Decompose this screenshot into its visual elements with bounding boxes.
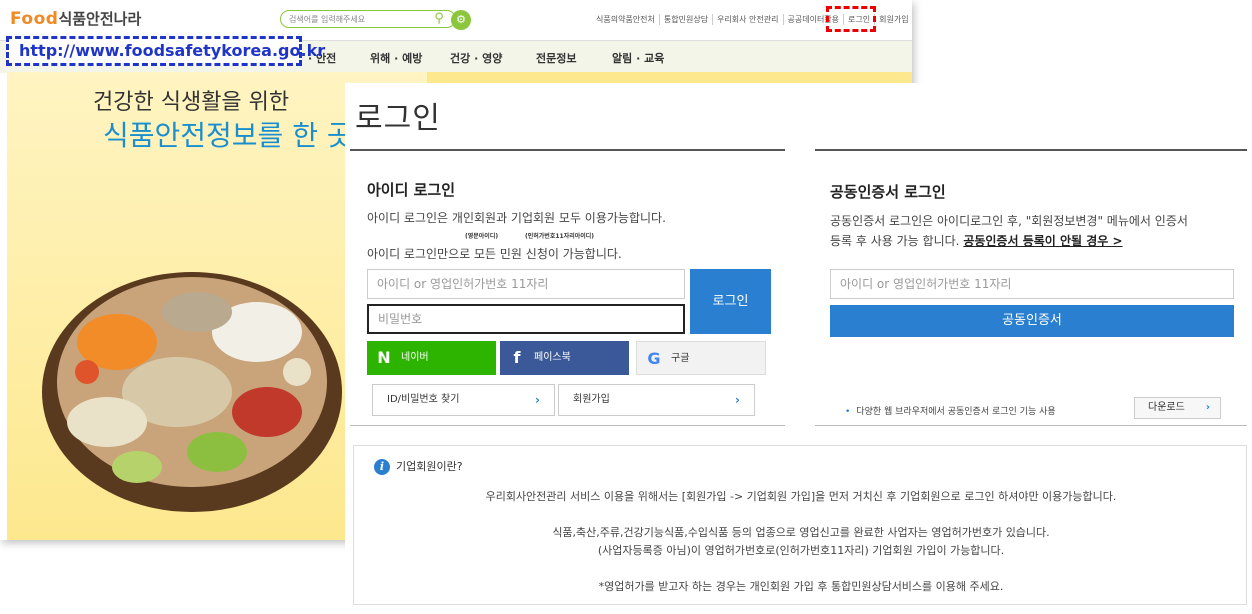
chevron-right-icon: ›	[1205, 402, 1210, 413]
cert-id-input[interactable]: 아이디 or 영업인허가번호 11자리	[830, 269, 1234, 299]
id-input[interactable]: 아이디 or 영업인허가번호 11자리	[367, 269, 685, 299]
url-highlight: http://www.foodsafetykorea.go.kr	[6, 36, 325, 66]
hero-headline-1: 건강한 식생활을 위한	[93, 90, 290, 115]
cert-browser-note-text: 다양한 웹 브라우저에서 공동인증서 로그인 기능 사용	[856, 407, 1056, 417]
login-button[interactable]: 로그인	[690, 269, 771, 334]
download-button[interactable]: 다운로드 ›	[1134, 397, 1221, 419]
cert-browser-note: • 다양한 웹 브라우저에서 공동인증서 로그인 기능 사용	[845, 404, 1056, 417]
chevron-right-icon: ›	[735, 393, 740, 407]
google-login-button[interactable]: G 구글	[636, 341, 766, 375]
cert-login-desc-2-text: 등록 후 사용 가능 합니다.	[830, 234, 960, 248]
naver-login-button[interactable]: N 네이버	[367, 341, 496, 375]
info-heading: i 기업회원이란?	[374, 458, 463, 475]
id-login-desc-1: 아이디 로그인은 개인회원과 기업회원 모두 이용가능합니다.	[367, 211, 666, 225]
bullet-icon: •	[845, 407, 851, 417]
search-icon[interactable]: ⚲	[428, 9, 450, 29]
join-button[interactable]: 회원가입 ›	[558, 384, 755, 416]
facebook-login-button[interactable]: f 페이스북	[500, 341, 629, 375]
info-line-4: *영업허가를 받고자 하는 경우는 개인회원 가입 후 통합민원상담서비스를 이…	[598, 580, 1004, 593]
corporate-member-info-box: i 기업회원이란? 우리회사안전관리 서비스 이용을 위해서는 [회원가입 -> …	[353, 445, 1247, 605]
nav-item-hazard[interactable]: 위해 · 예방	[370, 50, 422, 66]
utility-link-mfds[interactable]: 식품의약품안전처	[592, 14, 660, 25]
naver-label: 네이버	[401, 352, 429, 363]
info-line-2: 식품,축산,주류,건강기능식품,수입식품 등의 업종으로 영업신고를 완료한 사…	[552, 526, 1050, 539]
utility-link-company-safety[interactable]: 우리회사 안전관리	[713, 14, 784, 25]
cert-login-button[interactable]: 공동인증서	[830, 305, 1234, 337]
id-login-title: 아이디 로그인	[367, 181, 456, 199]
hero-headline-2: 식품안전정보를 한 곳에	[103, 119, 379, 152]
utility-link-join[interactable]: 회원가입	[875, 14, 912, 25]
settings-icon[interactable]: ⚙	[451, 10, 471, 30]
facebook-label: 페이스북	[534, 352, 571, 363]
page-title: 로그인	[355, 101, 441, 136]
divider	[350, 425, 785, 426]
cert-login-title: 공동인증서 로그인	[830, 183, 946, 201]
divider	[350, 149, 785, 151]
id-login-note-license: (인허가번호11자리아이디)	[525, 233, 595, 240]
facebook-icon: f	[513, 348, 521, 367]
logo-korean-text: 식품안전나라	[58, 10, 142, 28]
find-id-password-label: ID/비밀번호 찾기	[387, 394, 460, 405]
download-label: 다운로드	[1148, 402, 1185, 413]
divider	[815, 149, 1247, 151]
utility-link-consult[interactable]: 통합민원상담	[660, 14, 714, 25]
google-icon: G	[647, 349, 661, 368]
site-header: Food식품안전나라 검색어를 입력해주세요 ⚲ ⚙ 식품의약품안전처 통합민원상…	[0, 0, 912, 40]
nav-item-notice[interactable]: 알림 · 교육	[612, 50, 664, 66]
find-id-password-button[interactable]: ID/비밀번호 찾기 ›	[372, 384, 555, 416]
login-link-highlight	[826, 6, 876, 32]
hotpot-food-image	[42, 272, 342, 512]
divider	[815, 425, 1247, 426]
info-icon: i	[374, 459, 390, 475]
chevron-right-icon: ›	[535, 393, 540, 407]
id-login-note-english: (영문아이디)	[465, 233, 499, 240]
site-logo[interactable]: Food식품안전나라	[10, 8, 141, 29]
info-heading-text: 기업회원이란?	[396, 460, 463, 473]
cert-login-desc-1: 공동인증서 로그인은 아이디로그인 후, "회원정보변경" 메뉴에서 인증서	[830, 214, 1188, 228]
nav-item-expert[interactable]: 전문정보	[536, 50, 576, 66]
join-label: 회원가입	[573, 394, 610, 405]
id-login-desc-2: 아이디 로그인만으로 모든 민원 신청이 가능합니다.	[367, 247, 622, 261]
cert-help-link[interactable]: 공동인증서 등록이 안될 경우 >	[963, 234, 1122, 248]
naver-icon: N	[377, 348, 391, 367]
nav-item-health[interactable]: 건강 · 영양	[450, 50, 502, 66]
password-input[interactable]: 비밀번호	[367, 304, 685, 334]
info-line-3: (사업자등록증 아님)이 영업허가번호로(인허가번호11자리) 기업회원 가입이…	[597, 544, 1005, 557]
logo-food-text: Food	[10, 9, 59, 29]
cert-login-desc-2: 등록 후 사용 가능 합니다. 공동인증서 등록이 안될 경우 >	[830, 232, 1123, 249]
google-label: 구글	[671, 353, 690, 364]
login-panel: 로그인 아이디 로그인 아이디 로그인은 개인회원과 기업회원 모두 이용가능합…	[345, 83, 1252, 614]
info-line-1: 우리회사안전관리 서비스 이용을 위해서는 [회원가입 -> 기업회원 가입]을…	[485, 490, 1117, 503]
